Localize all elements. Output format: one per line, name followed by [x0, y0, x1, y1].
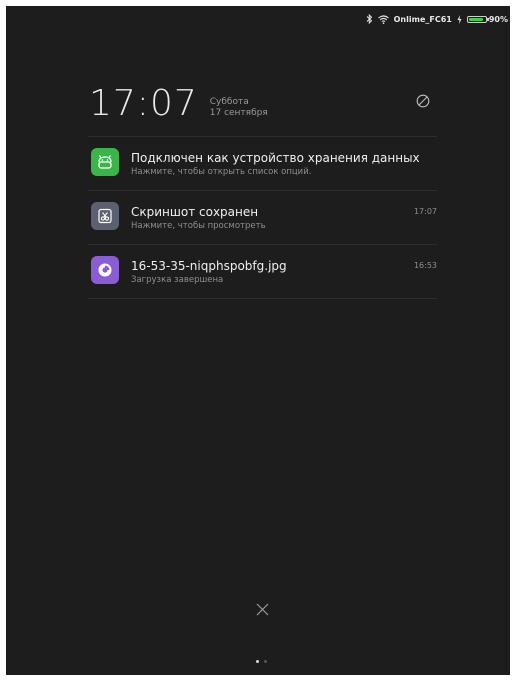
date-label: 17 сентября: [209, 108, 268, 118]
carrier-name: Onlime_FC61: [393, 14, 452, 24]
notification-usb-storage[interactable]: Подключен как устройство хранения данных…: [88, 137, 437, 189]
close-icon[interactable]: [256, 601, 269, 620]
battery-fill: [468, 17, 484, 21]
screenshot-icon: [91, 202, 119, 230]
clear-notifications-icon[interactable]: [416, 93, 430, 112]
notification-screenshot[interactable]: Скриншот сохранен Нажмите, чтобы просмот…: [88, 191, 437, 243]
notification-download[interactable]: 16-53-35-niqphspobfg.jpg Загрузка заверш…: [88, 245, 437, 297]
page-dot: [256, 660, 259, 663]
divider: [88, 298, 437, 299]
page-dot: [264, 660, 267, 663]
battery-percent: 90%: [488, 14, 508, 24]
status-bar: Onlime_FC61 90%: [366, 11, 508, 27]
lock-screen: Onlime_FC61 90% 17:07 Суббота 17 сентябр…: [6, 6, 510, 675]
notification-time: 16:53: [413, 261, 437, 270]
notification-title: Подключен как устройство хранения данных: [131, 151, 420, 165]
weekday-label: Суббота: [209, 97, 249, 107]
notification-subtitle: Загрузка завершена: [131, 275, 224, 285]
notification-time: 17:07: [413, 207, 437, 216]
page-indicator: [256, 660, 267, 663]
android-icon: [91, 148, 119, 176]
charging-icon: [457, 14, 462, 24]
download-icon: [91, 256, 119, 284]
clock-date: Суббота 17 сентября: [210, 97, 268, 119]
wifi-icon: [377, 14, 389, 24]
notification-subtitle: Нажмите, чтобы открыть список опций.: [131, 167, 312, 177]
notification-title: Скриншот сохранен: [131, 205, 259, 219]
battery-icon: [466, 15, 489, 23]
lock-clock: 17:07 Суббота 17 сентября: [89, 86, 268, 122]
notification-subtitle: Нажмите, чтобы просмотреть: [131, 221, 266, 231]
battery-indicator: 90%: [466, 14, 508, 24]
bluetooth-icon: [366, 14, 373, 24]
clock-time: 17:07: [89, 83, 198, 124]
notification-title: 16-53-35-niqphspobfg.jpg: [131, 259, 287, 273]
